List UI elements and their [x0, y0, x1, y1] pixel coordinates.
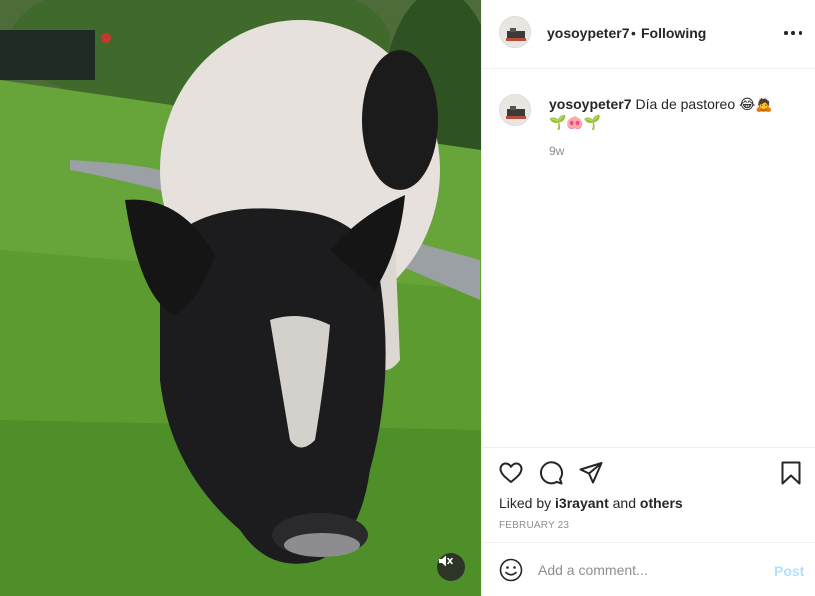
bookmark-icon[interactable] [778, 460, 804, 486]
following-button[interactable]: Following [641, 25, 706, 41]
author-username-link[interactable]: yosoypeter7 [547, 25, 629, 41]
post-media-video[interactable] [0, 0, 481, 596]
caption-emoji-line: 🌱🐽🌱 [549, 114, 602, 130]
liker-username-link[interactable]: i3rayant [555, 495, 609, 511]
caption-avatar[interactable] [499, 94, 531, 126]
author-avatar[interactable] [499, 16, 531, 48]
post-header: yosoypeter7 • Following [482, 0, 815, 69]
comment-input[interactable] [538, 560, 758, 580]
separator-dot: • [631, 25, 636, 41]
caption-timestamp[interactable]: 9w [549, 144, 564, 158]
likes-others-link[interactable]: others [640, 495, 683, 511]
avatar-image [500, 95, 530, 125]
caption-text-block: yosoypeter7 Día de pastoreo 😂🙇 🌱🐽🌱 [549, 95, 799, 131]
caption-username-link[interactable]: yosoypeter7 [549, 96, 631, 112]
post-actions: Liked by i3rayant and others FEBRUARY 23 [482, 447, 815, 542]
likes-summary: Liked by i3rayant and others [499, 495, 683, 511]
comment-bubble-icon[interactable] [538, 460, 564, 486]
pig-video-frame [0, 0, 481, 596]
likes-prefix: Liked by [499, 495, 552, 511]
smiley-icon[interactable] [499, 558, 523, 582]
more-options-icon[interactable] [784, 26, 802, 40]
speaker-muted-icon [439, 555, 453, 567]
post-date[interactable]: FEBRUARY 23 [499, 520, 569, 531]
mute-toggle-button[interactable] [437, 553, 465, 581]
avatar-image [500, 17, 530, 47]
heart-icon[interactable] [498, 460, 524, 486]
likes-and: and [612, 495, 636, 511]
post-side-panel: yosoypeter7 • Following yosoypeter7 Día d… [481, 0, 815, 596]
paper-plane-icon[interactable] [578, 460, 604, 486]
caption-text: Día de pastoreo 😂🙇 [635, 96, 773, 112]
comment-bar: Post [482, 542, 815, 596]
post-comment-button[interactable]: Post [774, 563, 804, 579]
